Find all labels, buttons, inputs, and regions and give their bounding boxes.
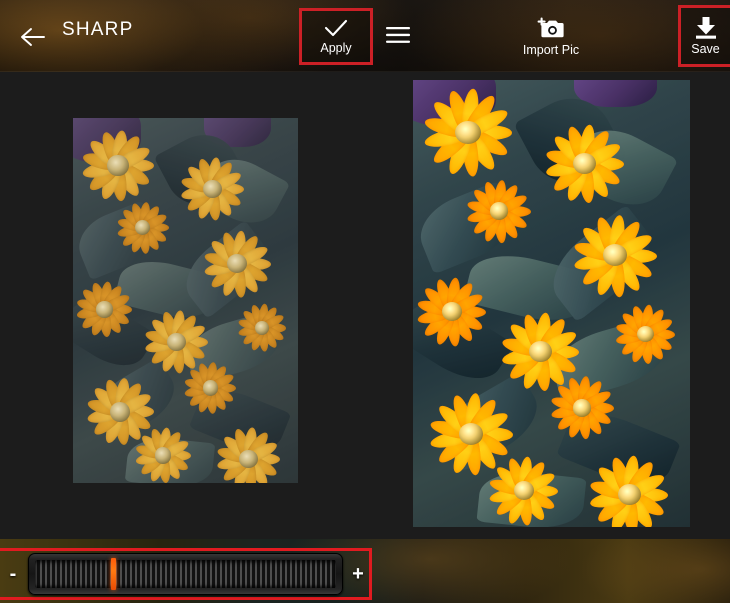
flower (78, 125, 159, 205)
intensity-slider[interactable]: - + (0, 548, 372, 600)
hamburger-menu-icon (386, 27, 410, 43)
flower (114, 198, 173, 256)
flower (463, 178, 535, 245)
flower-bed-artwork (73, 118, 298, 483)
apply-button[interactable]: Apply (299, 8, 373, 65)
slider-decrease-button[interactable]: - (2, 563, 24, 586)
import-pic-button[interactable]: Import Pic (514, 10, 588, 62)
flower (73, 279, 136, 341)
flower-bed-artwork (413, 80, 690, 527)
flower (199, 228, 276, 301)
flower (235, 301, 289, 356)
import-pic-label: Import Pic (522, 42, 580, 57)
apply-label: Apply (320, 40, 352, 55)
slider-ticks (35, 560, 336, 588)
menu-button[interactable] (383, 22, 413, 48)
slider-indicator[interactable] (110, 558, 116, 590)
flower (568, 213, 662, 299)
flower (612, 304, 678, 367)
original-preview[interactable] (73, 118, 298, 483)
download-icon (695, 17, 716, 39)
flower (213, 425, 285, 483)
app-header: SHARP Apply Import Pic Save (0, 0, 730, 72)
back-button[interactable] (18, 22, 48, 52)
save-label: Save (691, 42, 720, 56)
flower (181, 359, 240, 417)
check-icon (324, 19, 348, 36)
save-button[interactable]: Save (678, 5, 730, 67)
flower (546, 375, 618, 442)
slider-increase-button[interactable]: + (347, 563, 369, 586)
flower (413, 277, 491, 349)
sharpened-preview[interactable] (413, 80, 690, 527)
flower (585, 455, 674, 527)
slider-track[interactable] (28, 553, 343, 595)
flower (177, 155, 249, 224)
flower (540, 124, 629, 205)
camera-add-icon (537, 17, 564, 37)
arrow-left-icon (21, 28, 45, 46)
flower (419, 88, 519, 178)
flower (132, 425, 195, 483)
photo-editor-app: SHARP Apply Import Pic Save - + (0, 0, 730, 603)
page-title: SHARP (62, 19, 134, 40)
flower (485, 455, 563, 527)
preview-stage: A B (0, 72, 730, 585)
